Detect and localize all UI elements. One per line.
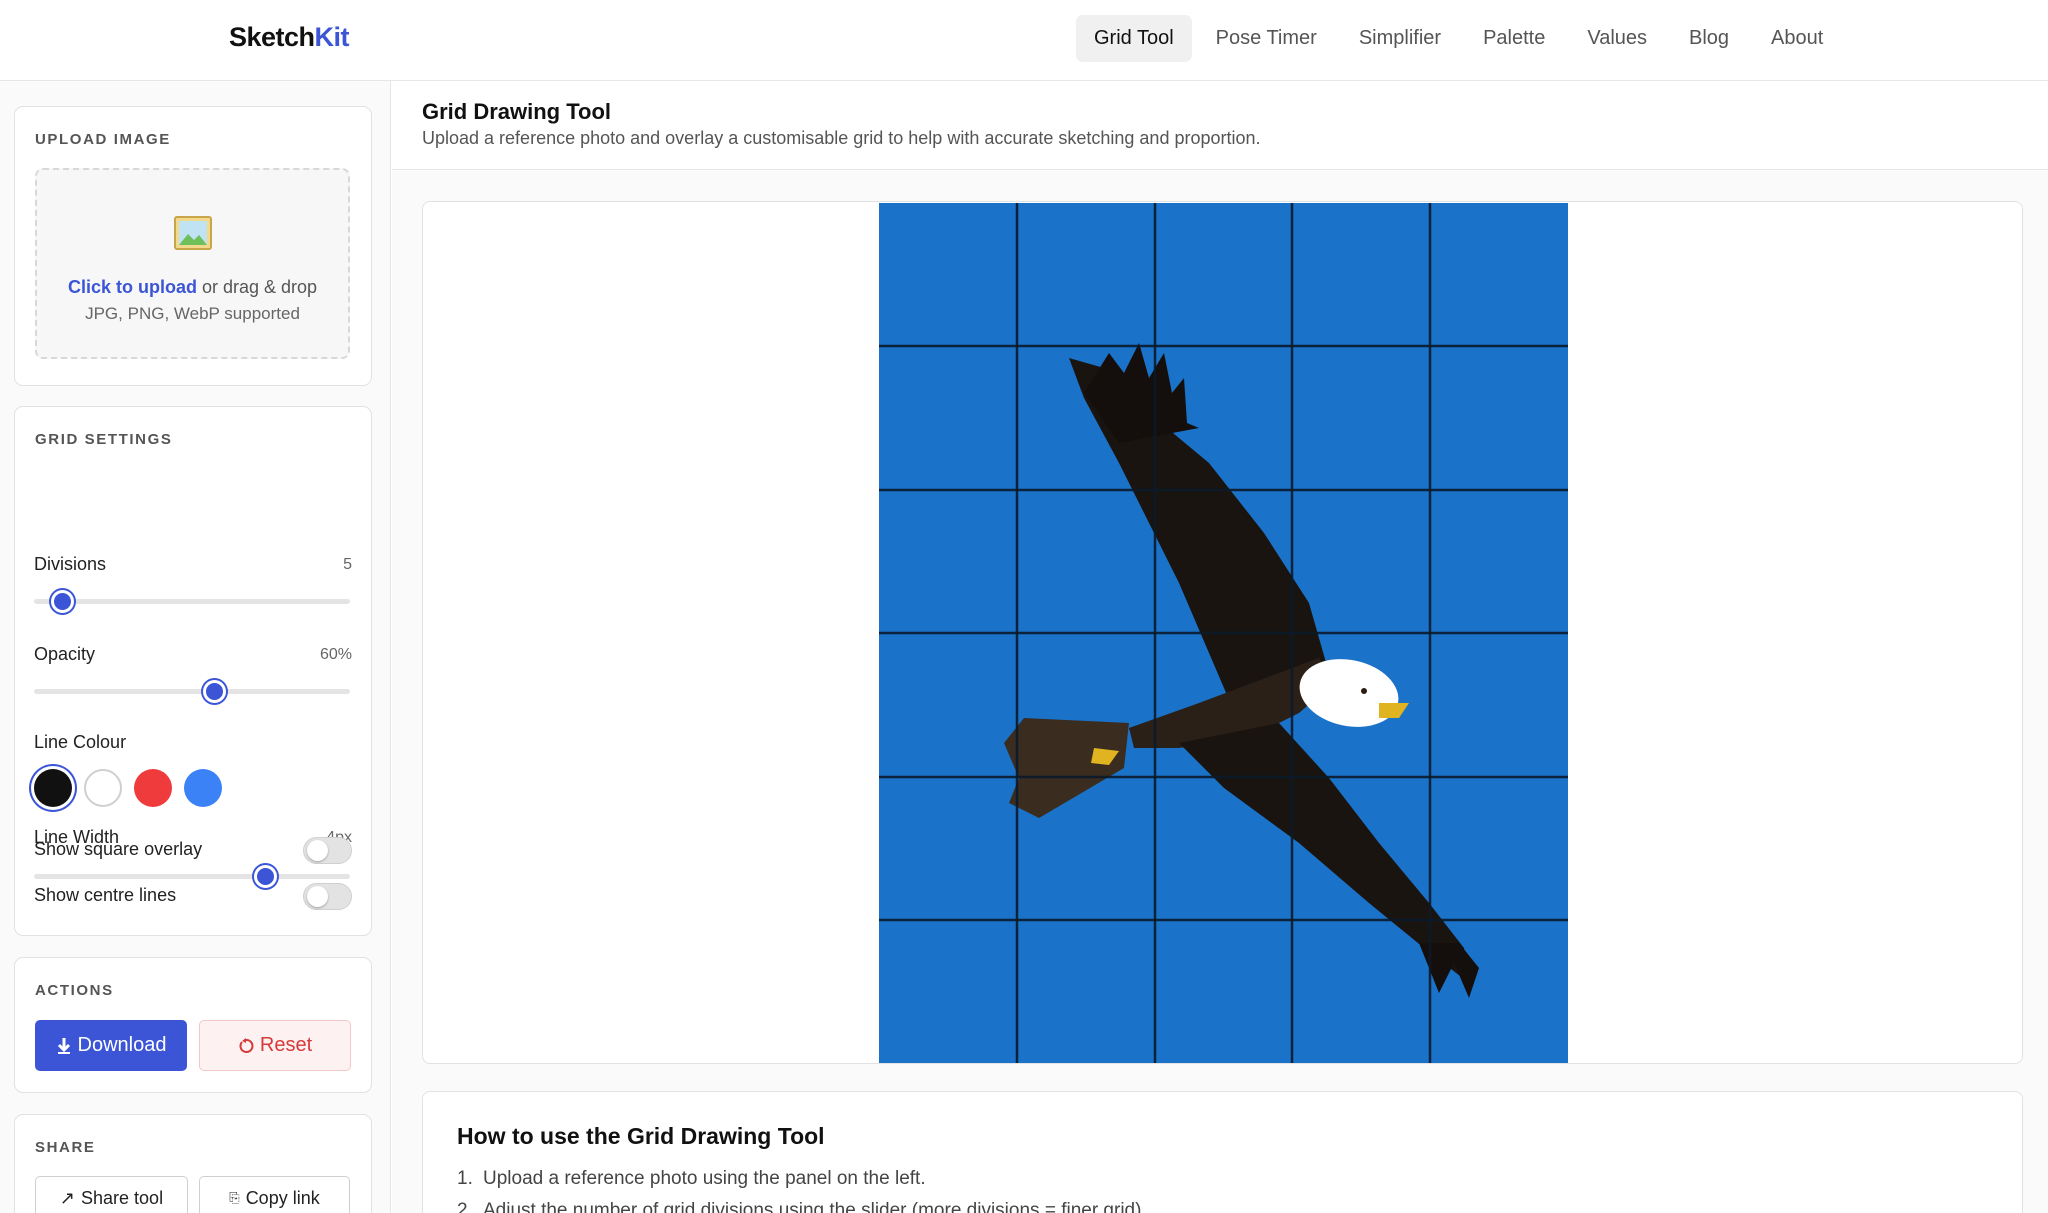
- top-navbar: SketchKit Grid Tool Pose Timer Simplifie…: [0, 0, 2048, 81]
- copy-icon: ⎘: [229, 1190, 240, 1205]
- nav-about[interactable]: About: [1753, 15, 1841, 62]
- reset-label: Reset: [259, 1034, 313, 1056]
- upload-panel-title: UPLOAD IMAGE: [35, 131, 171, 148]
- divisions-value: 5: [343, 556, 352, 573]
- colour-swatch-1[interactable]: [84, 769, 122, 807]
- actions-title: ACTIONS: [35, 982, 114, 999]
- nav-palette[interactable]: Palette: [1465, 15, 1563, 62]
- reference-photo-with-grid[interactable]: [879, 203, 1568, 1064]
- line-width-label: Line Width: [34, 827, 120, 847]
- upload-panel: UPLOAD IMAGE Click to upload or drag & d…: [14, 106, 372, 386]
- upload-dropzone[interactable]: Click to upload or drag & drop JPG, PNG,…: [35, 168, 350, 359]
- how-to-step: 2. Adjust the number of grid divisions us…: [457, 1200, 1147, 1213]
- divisions-slider-thumb[interactable]: [51, 590, 75, 613]
- sidebar: UPLOAD IMAGE Click to upload or drag & d…: [0, 81, 391, 1213]
- actions-panel: ACTIONS Download Reset: [14, 957, 372, 1093]
- centre-lines-toggle[interactable]: [303, 883, 352, 910]
- square-overlay-toggle[interactable]: [303, 837, 352, 864]
- share-panel: SHARE ↗ Share tool ⎘ Copy link: [14, 1114, 372, 1213]
- colour-swatch-2[interactable]: [134, 769, 172, 807]
- main-nav: Grid Tool Pose Timer Simplifier Palette …: [1076, 15, 1841, 62]
- click-to-upload-link[interactable]: Click to upload: [68, 277, 197, 297]
- supported-formats: JPG, PNG, WebP supported: [85, 304, 300, 323]
- main-header: Grid Drawing Tool Upload a reference pho…: [392, 81, 2048, 170]
- share-tool-label: Share tool: [81, 1187, 164, 1208]
- line-colour-label: Line Colour: [34, 732, 127, 752]
- nav-blog[interactable]: Blog: [1671, 15, 1747, 62]
- download-icon: [57, 1037, 70, 1054]
- opacity-value: 60%: [319, 646, 352, 663]
- download-label: Download: [77, 1034, 167, 1056]
- arrow-up-right-icon: ↗: [59, 1187, 76, 1208]
- nav-pose-timer[interactable]: Pose Timer: [1198, 15, 1335, 62]
- reset-icon: [239, 1037, 254, 1053]
- page-title: Grid Drawing Tool: [422, 99, 612, 124]
- opacity-slider-thumb[interactable]: [203, 680, 227, 703]
- share-title: SHARE: [35, 1139, 96, 1156]
- opacity-label: Opacity: [34, 644, 96, 664]
- how-to-title: How to use the Grid Drawing Tool: [457, 1123, 825, 1149]
- line-colour-swatches: [34, 769, 222, 807]
- line-width-slider-thumb[interactable]: [253, 865, 277, 888]
- colour-swatch-3[interactable]: [184, 769, 222, 807]
- download-button[interactable]: Download: [35, 1020, 187, 1071]
- divisions-slider[interactable]: [34, 590, 350, 613]
- nav-grid-tool[interactable]: Grid Tool: [1076, 15, 1192, 62]
- nav-simplifier[interactable]: Simplifier: [1341, 15, 1459, 62]
- opacity-slider[interactable]: [34, 680, 350, 703]
- canvas-area: [422, 201, 2023, 1064]
- how-to-steps: 1. Upload a reference photo using the pan…: [457, 1168, 1147, 1213]
- line-width-slider[interactable]: [34, 865, 350, 888]
- page-subtitle: Upload a reference photo and overlay a c…: [422, 128, 1261, 148]
- colour-swatch-0[interactable]: [34, 769, 72, 807]
- nav-values[interactable]: Values: [1569, 15, 1665, 62]
- copy-link-button[interactable]: ⎘ Copy link: [199, 1176, 350, 1213]
- logo[interactable]: SketchKit: [229, 22, 350, 53]
- share-tool-button[interactable]: ↗ Share tool: [35, 1176, 188, 1213]
- upload-instructions: Click to upload or drag & drop: [37, 277, 348, 298]
- copy-link-label: Copy link: [245, 1187, 320, 1208]
- how-to-card: How to use the Grid Drawing Tool 1. Uploa…: [422, 1091, 2023, 1213]
- reset-button[interactable]: Reset: [199, 1020, 351, 1071]
- how-to-step: 1. Upload a reference photo using the pan…: [457, 1168, 926, 1189]
- drag-drop-text: or drag & drop: [196, 277, 318, 297]
- divisions-label: Divisions: [34, 554, 107, 574]
- image-icon: [174, 216, 212, 250]
